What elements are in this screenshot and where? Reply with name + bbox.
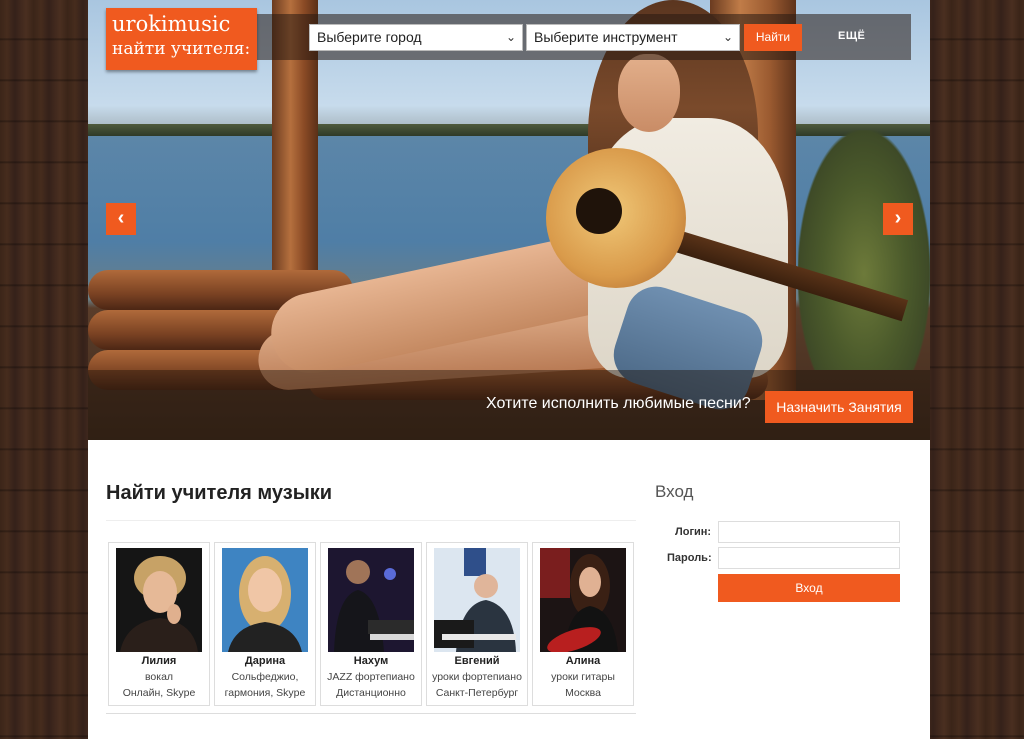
page: Выберите город ⌄ Выберите инструмент ⌄ Н…: [88, 0, 930, 739]
chevron-down-icon: ⌄: [505, 30, 516, 44]
teacher-card[interactable]: Дарина Сольфеджио, гармония, Skype: [214, 542, 316, 706]
teacher-card[interactable]: Алина уроки гитары Москва: [532, 542, 634, 706]
logo[interactable]: urokimusic найти учителя:: [106, 8, 257, 70]
slider-next-button[interactable]: ›: [883, 203, 913, 235]
teacher-card[interactable]: Евгений уроки фортепиано Санкт-Петербург: [426, 542, 528, 706]
main-content: Найти учителя музыки Лилия вокал Онлайн,…: [88, 440, 930, 739]
login-input[interactable]: [718, 521, 900, 543]
teacher-photo: [434, 548, 520, 652]
book-lesson-button[interactable]: Назначить Занятия: [765, 391, 913, 423]
login-button[interactable]: Вход: [718, 574, 900, 602]
page-title: Найти учителя музыки: [106, 482, 333, 504]
slider-caption: Хотите исполнить любимые песни?: [486, 395, 751, 412]
password-label: Пароль:: [667, 552, 712, 564]
slider-prev-button[interactable]: ‹: [106, 203, 136, 235]
teacher-photo: [540, 548, 626, 652]
login-form: Логин: Пароль: Вход: [655, 518, 905, 606]
divider: [106, 520, 636, 521]
teacher-list: Лилия вокал Онлайн, Skype Дарина Сольфед…: [108, 542, 638, 706]
teacher-card[interactable]: Лилия вокал Онлайн, Skype: [108, 542, 210, 706]
teacher-photo: [328, 548, 414, 652]
chevron-down-icon: ⌄: [722, 30, 733, 44]
divider: [106, 713, 636, 714]
teacher-card[interactable]: Нахум JAZZ фортепиано Дистанционно: [320, 542, 422, 706]
more-menu-link[interactable]: ЕЩЁ: [838, 30, 865, 42]
teacher-photo: [222, 548, 308, 652]
city-select[interactable]: Выберите город ⌄: [309, 24, 523, 51]
login-label: Логин:: [675, 526, 712, 538]
instrument-select[interactable]: Выберите инструмент ⌄: [526, 24, 740, 51]
chevron-left-icon: ‹: [117, 207, 125, 229]
find-button[interactable]: Найти: [744, 24, 802, 51]
login-title: Вход: [655, 482, 694, 501]
teacher-photo: [116, 548, 202, 652]
chevron-right-icon: ›: [894, 207, 902, 229]
password-input[interactable]: [718, 547, 900, 569]
